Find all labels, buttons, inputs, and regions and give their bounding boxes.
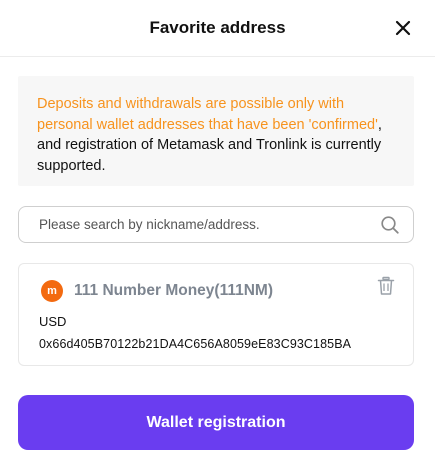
wallet-registration-button[interactable]: Wallet registration xyxy=(18,395,414,450)
close-button[interactable] xyxy=(393,18,413,38)
notice-text-confirmed: 'confirmed' xyxy=(308,116,378,133)
wallet-network: USD xyxy=(39,314,67,329)
search-input[interactable] xyxy=(39,207,369,242)
notice-box: Deposits and withdrawals are possible on… xyxy=(18,76,414,186)
page-title: Favorite address xyxy=(149,18,286,37)
wallet-coin-name: 111 Number Money(111NM) xyxy=(74,282,273,299)
search-icon[interactable] xyxy=(380,215,400,235)
wallet-address: 0x66d405B70122b21DA4C656A8059eE83C93C185… xyxy=(39,337,352,351)
trash-icon[interactable] xyxy=(377,276,395,296)
notice-text-part1: Deposits and withdrawals are possible on… xyxy=(37,96,345,133)
modal-header: Favorite address xyxy=(0,0,435,57)
coin-logo-icon: m xyxy=(41,280,63,302)
search-box[interactable] xyxy=(18,206,414,243)
wallet-card: m 111 Number Money(111NM) USD 0x66d405B7… xyxy=(18,263,414,366)
close-icon[interactable] xyxy=(393,18,413,38)
